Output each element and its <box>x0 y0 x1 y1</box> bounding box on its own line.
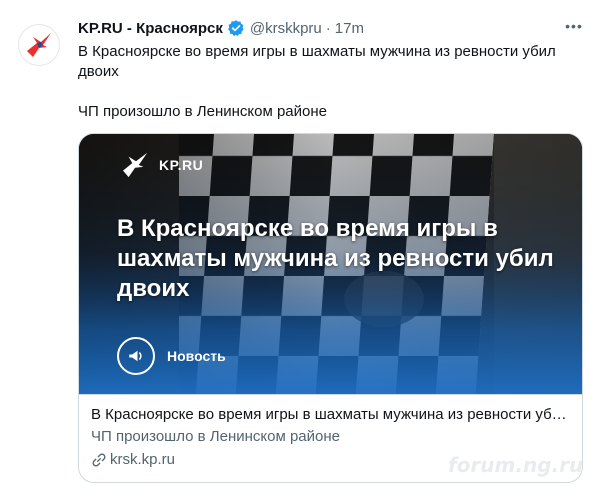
badge-label: Новость <box>167 348 226 364</box>
kp-bird-white-icon <box>123 152 148 178</box>
avatar[interactable] <box>18 24 60 66</box>
card-logo-text: KP.RU <box>159 157 204 173</box>
header-separator: · <box>325 19 331 37</box>
link-card[interactable]: KP.RU В Красноярске во время игры в шахм… <box>78 133 583 483</box>
card-image[interactable]: KP.RU В Красноярске во время игры в шахм… <box>79 134 582 394</box>
more-dots-icon[interactable]: ••• <box>562 16 586 36</box>
card-logo: KP.RU <box>121 152 203 178</box>
verified-badge-icon <box>227 19 245 37</box>
card-headline: В Красноярске во время игры в шахматы му… <box>117 215 554 302</box>
author-handle[interactable]: @krskkpru <box>250 20 322 37</box>
card-link-text[interactable]: krsk.kp.ru <box>110 450 175 470</box>
watermark: forum.ng.ru <box>448 453 584 477</box>
tweet[interactable]: KP.RU - Красноярск @krskkpru · 17m ••• В… <box>0 0 601 487</box>
link-icon <box>92 453 106 467</box>
tweet-timestamp[interactable]: 17m <box>335 20 364 37</box>
author-name[interactable]: KP.RU - Красноярск <box>78 20 223 37</box>
card-title[interactable]: В Красноярске во время игры в шахматы му… <box>91 405 571 425</box>
tweet-header: KP.RU - Красноярск @krskkpru · 17m <box>78 18 364 38</box>
tweet-text-line1: В Красноярске во время игры в шахматы му… <box>78 43 556 80</box>
card-description: ЧП произошло в Ленинском районе <box>91 428 341 445</box>
tweet-text-line2: ЧП произошло в Ленинском районе <box>78 103 328 120</box>
kp-bird-logo-icon <box>27 33 51 57</box>
megaphone-icon <box>117 337 155 375</box>
news-badge: Новость <box>117 337 226 375</box>
